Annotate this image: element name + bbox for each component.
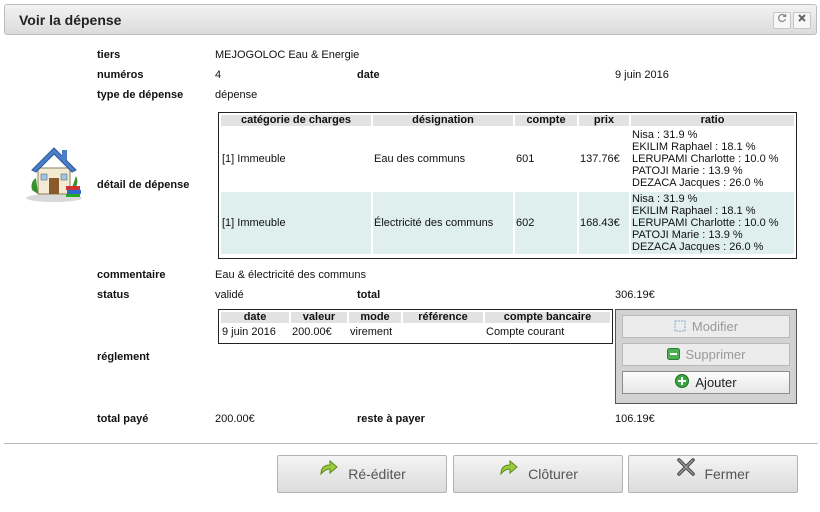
total-paye-label: total payé bbox=[97, 413, 149, 425]
ratio-line: PATOJI Marie : 13.9 % bbox=[632, 229, 743, 241]
ratio-line: LERUPAMI Charlotte : 10.0 % bbox=[632, 217, 779, 229]
detail-header-ratio[interactable]: ratio bbox=[631, 115, 794, 126]
close-icon[interactable] bbox=[793, 12, 811, 29]
reglement-label: réglement bbox=[97, 351, 150, 363]
detail-table-container: catégorie de charges désignation compte … bbox=[218, 112, 797, 259]
detail-header-prix[interactable]: prix bbox=[579, 115, 629, 126]
payment-header-row: date valeur mode référence compte bancai… bbox=[221, 312, 610, 323]
payment-mode: virement bbox=[350, 326, 393, 338]
numeros-label: numéros bbox=[97, 69, 144, 81]
commentaire-label: commentaire bbox=[97, 269, 166, 281]
fermer-label: Fermer bbox=[704, 466, 750, 482]
ajouter-label: Ajouter bbox=[695, 375, 737, 390]
date-value: 9 juin 2016 bbox=[615, 69, 669, 81]
supprimer-label: Supprimer bbox=[685, 347, 746, 362]
payment-header-mode[interactable]: mode bbox=[349, 312, 401, 323]
tiers-label: tiers bbox=[97, 49, 121, 61]
payment-header-valeur[interactable]: valeur bbox=[291, 312, 347, 323]
payment-actions-panel: Modifier Supprimer Ajouter bbox=[615, 309, 797, 404]
type-label: type de dépense bbox=[97, 89, 184, 101]
detail-header-compte[interactable]: compte bbox=[515, 115, 577, 126]
status-label: status bbox=[97, 289, 130, 301]
row-compte: 602 bbox=[515, 192, 577, 254]
row-ratio: Nisa : 31.9 % EKILIM Raphael : 18.1 % LE… bbox=[631, 192, 794, 254]
payment-header-date[interactable]: date bbox=[221, 312, 289, 323]
divider bbox=[4, 443, 818, 444]
detail-header-categorie[interactable]: catégorie de charges bbox=[221, 115, 371, 126]
x-icon bbox=[676, 454, 696, 490]
fermer-button[interactable]: Fermer bbox=[628, 455, 798, 493]
payment-reference bbox=[403, 325, 483, 339]
tiers-value: MEJOGOLOC Eau & Energie bbox=[215, 49, 360, 61]
refresh-icon[interactable] bbox=[773, 12, 791, 29]
minus-icon bbox=[666, 345, 680, 366]
detail-table: catégorie de charges désignation compte … bbox=[219, 113, 796, 256]
payment-date: 9 juin 2016 bbox=[222, 326, 276, 338]
row-designation: Électricité des communs bbox=[373, 192, 513, 254]
ratio-line: EKILIM Raphael : 18.1 % bbox=[632, 141, 756, 153]
detail-header-row: catégorie de charges désignation compte … bbox=[221, 115, 794, 126]
detail-label: détail de dépense bbox=[97, 179, 190, 191]
payment-table: date valeur mode référence compte bancai… bbox=[219, 310, 612, 341]
ratio-line: PATOJI Marie : 13.9 % bbox=[632, 165, 743, 177]
supprimer-button[interactable]: Supprimer bbox=[622, 343, 790, 366]
status-value: validé bbox=[215, 289, 244, 301]
row-prix: 137.76€ bbox=[580, 153, 620, 165]
payment-table-container: date valeur mode référence compte bancai… bbox=[218, 309, 613, 344]
row-designation: Eau des communs bbox=[374, 153, 466, 165]
table-row[interactable]: [1] Immeuble Électricité des communs 602… bbox=[221, 192, 794, 254]
arrow-up-right-icon bbox=[498, 454, 520, 490]
plus-icon bbox=[675, 373, 690, 394]
reediter-button[interactable]: Ré-éditer bbox=[277, 455, 447, 493]
row-compte: 601 bbox=[516, 153, 535, 165]
payment-valeur: 200.00€ bbox=[292, 326, 332, 338]
total-label: total bbox=[357, 289, 381, 301]
total-value: 306.19€ bbox=[615, 289, 655, 301]
reste-value: 106.19€ bbox=[615, 413, 655, 425]
ratio-line: Nisa : 31.9 % bbox=[632, 193, 698, 205]
ajouter-button[interactable]: Ajouter bbox=[622, 371, 790, 394]
house-icon bbox=[22, 140, 86, 207]
table-row[interactable]: 9 juin 2016 200.00€ virement Compte cour… bbox=[221, 325, 610, 339]
type-value: dépense bbox=[215, 89, 258, 101]
row-categorie: [1] Immeuble bbox=[221, 192, 371, 254]
ratio-line: Nisa : 31.9 % bbox=[632, 129, 698, 141]
cloturer-button[interactable]: Clôturer bbox=[453, 455, 623, 493]
commentaire-value: Eau & électricité des communs bbox=[215, 269, 367, 281]
dialog-header: Voir la dépense bbox=[4, 4, 817, 35]
reediter-label: Ré-éditer bbox=[348, 466, 406, 482]
reste-label: reste à payer bbox=[357, 413, 425, 425]
arrow-up-right-icon bbox=[318, 454, 340, 490]
dialog-title: Voir la dépense bbox=[19, 12, 122, 28]
modifier-button[interactable]: Modifier bbox=[622, 315, 790, 338]
modifier-label: Modifier bbox=[691, 319, 739, 334]
ratio-line: EKILIM Raphael : 18.1 % bbox=[632, 205, 756, 217]
payment-header-compte[interactable]: compte bancaire bbox=[485, 312, 610, 323]
payment-header-reference[interactable]: référence bbox=[403, 312, 483, 323]
detail-header-designation[interactable]: désignation bbox=[373, 115, 513, 126]
numeros-value: 4 bbox=[215, 69, 222, 81]
cloturer-label: Clôturer bbox=[528, 466, 578, 482]
row-categorie: [1] Immeuble bbox=[222, 153, 286, 165]
payment-compte: Compte courant bbox=[486, 326, 565, 338]
edit-icon bbox=[674, 317, 686, 338]
ratio-line: DEZACA Jacques : 26.0 % bbox=[632, 241, 764, 253]
table-row[interactable]: [1] Immeuble Eau des communs 601 137.76€… bbox=[221, 128, 794, 190]
date-label: date bbox=[357, 69, 380, 81]
row-ratio: Nisa : 31.9 % EKILIM Raphael : 18.1 % LE… bbox=[631, 128, 794, 190]
ratio-line: DEZACA Jacques : 26.0 % bbox=[632, 177, 764, 189]
row-prix: 168.43€ bbox=[579, 192, 629, 254]
total-paye-value: 200.00€ bbox=[215, 413, 255, 425]
ratio-line: LERUPAMI Charlotte : 10.0 % bbox=[632, 153, 779, 165]
